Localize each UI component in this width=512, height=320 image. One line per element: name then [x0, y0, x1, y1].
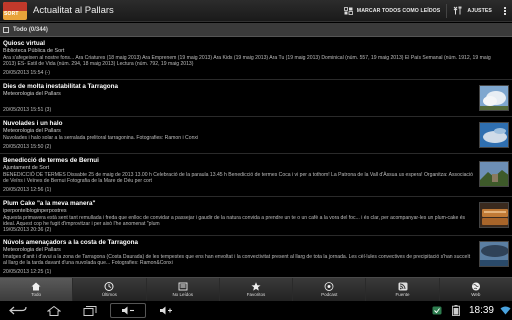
back-button[interactable]	[0, 301, 36, 320]
app-title: Actualitat al Pallars	[33, 5, 114, 16]
action-bar: SORT Actualitat al Pallars MARCAR TODOS …	[0, 0, 512, 22]
podcast-icon	[324, 282, 334, 291]
item-title: Dies de molta inestabilitat a Tarragona	[3, 83, 119, 90]
article-list[interactable]: Quiosc virtual Biblioteca Pública de Sor…	[0, 38, 512, 276]
list-item[interactable]: Quiosc virtual Biblioteca Pública de Sor…	[0, 38, 512, 80]
list-item[interactable]: Núvols amenaçadors a la costa de Tarrago…	[0, 237, 512, 276]
tab-bar: Todo Últimos No Leídos Favoritos Podcast	[0, 277, 512, 301]
home-button[interactable]	[36, 301, 72, 320]
folder-icon	[3, 26, 9, 33]
tab-label: Últimos	[101, 292, 117, 297]
rss-icon	[398, 282, 408, 291]
tab-label: Web	[471, 292, 481, 297]
item-source: Ajuntament de Sort	[3, 165, 50, 171]
clock-icon	[104, 282, 114, 291]
item-thumbnail	[479, 85, 509, 111]
tab-favoritos[interactable]: Favoritos	[220, 278, 294, 301]
tab-todo[interactable]: Todo	[0, 278, 74, 301]
volume-down-icon	[122, 306, 134, 315]
item-source: iperpontelbloginperpostres	[3, 208, 67, 214]
recent-apps-icon	[83, 305, 97, 316]
tab-label: Favoritos	[246, 292, 266, 297]
mark-read-icon	[343, 6, 353, 15]
list-item[interactable]: Dies de molta inestabilitat a Tarragona …	[0, 81, 512, 117]
overflow-menu-icon[interactable]	[498, 0, 512, 22]
list-item[interactable]: Nuvolades i un halo Meteorologia del Pal…	[0, 118, 512, 154]
tab-fuente[interactable]: Fuente	[366, 278, 440, 301]
notification-icon[interactable]	[427, 301, 447, 320]
volume-down-button[interactable]	[110, 303, 146, 318]
item-source: Meteorologia del Pallars	[3, 128, 61, 134]
tab-podcast[interactable]: Podcast	[293, 278, 367, 301]
system-bar: 18:39	[0, 301, 512, 320]
item-date: 20/05/2013 15:54 (-)	[3, 70, 51, 76]
item-source: Meteorologia del Pallars	[3, 91, 61, 97]
tab-label: Todo	[31, 292, 42, 297]
item-summary: Imatges d'anit i d'avui a la zona de Tar…	[3, 254, 471, 266]
item-title: Benedicció de termes de Bernui	[3, 157, 99, 164]
mark-all-read-label: MARCAR TODOS COMO LEÍDOS	[356, 7, 441, 14]
volume-up-icon	[160, 306, 172, 315]
tab-label: Podcast	[321, 292, 338, 297]
app-logo[interactable]: SORT	[3, 1, 27, 20]
tab-web[interactable]: Web	[440, 278, 512, 301]
item-title: Quiosc virtual	[3, 40, 45, 47]
mark-all-read-button[interactable]: MARCAR TODOS COMO LEÍDOS	[338, 0, 447, 22]
item-summary: Nuvolades i halo solar a la serralada pr…	[3, 135, 199, 141]
list-item[interactable]: Benedicció de termes de Bernui Ajuntamen…	[0, 155, 512, 197]
item-thumbnail	[479, 202, 509, 228]
item-date: 20/05/2013 12:25 (1)	[3, 269, 52, 275]
item-summary: Aquesta primavera està sent tant remulla…	[3, 215, 466, 227]
home-nav-icon	[47, 305, 61, 316]
tools-icon	[454, 6, 462, 15]
folder-title: Todo (0/344)	[13, 26, 48, 33]
wifi-icon	[498, 301, 512, 320]
item-title: Núvols amenaçadors a la costa de Tarrago…	[3, 239, 138, 246]
status-clock: 18:39	[468, 305, 494, 316]
item-summary: BENEDICCIÓ DE TERMES Dissabte 25 de maig…	[3, 172, 473, 184]
home-icon	[31, 282, 41, 291]
item-date: 20/05/2013 12:56 (1)	[3, 187, 52, 193]
recent-apps-button[interactable]	[72, 301, 108, 320]
item-date: 20/05/2013 15:50 (2)	[3, 144, 52, 150]
tab-no-leidos[interactable]: No Leídos	[147, 278, 220, 301]
tab-label: Fuente	[395, 292, 410, 297]
star-icon	[251, 282, 261, 291]
settings-label: AJUSTES	[467, 7, 492, 14]
item-title: Plum Cake "a la meva manera"	[3, 200, 96, 207]
volume-up-button[interactable]	[148, 301, 184, 320]
item-source: Meteorologia del Pallars	[3, 247, 61, 253]
item-date: 20/05/2013 15:51 (3)	[3, 107, 52, 113]
back-icon	[9, 306, 27, 315]
unread-icon	[178, 282, 188, 291]
item-title: Nuvolades i un halo	[3, 120, 63, 127]
item-summary: Ara s'afegeixen al nostre fons... Ara Cr…	[3, 55, 491, 67]
folder-bar[interactable]: Todo (0/344)	[0, 23, 512, 37]
tab-label: No Leídos	[172, 292, 193, 297]
item-thumbnail	[479, 122, 509, 148]
item-date: 19/05/2013 20:36 (2)	[3, 227, 52, 233]
item-thumbnail	[479, 241, 509, 267]
item-source: Biblioteca Pública de Sort	[3, 48, 65, 54]
globe-icon	[471, 282, 480, 291]
settings-button[interactable]: AJUSTES	[447, 0, 498, 22]
battery-icon	[447, 301, 465, 320]
tab-ultimos[interactable]: Últimos	[73, 278, 147, 301]
item-thumbnail	[479, 161, 509, 187]
list-item[interactable]: Plum Cake "a la meva manera" iperpontelb…	[0, 198, 512, 236]
